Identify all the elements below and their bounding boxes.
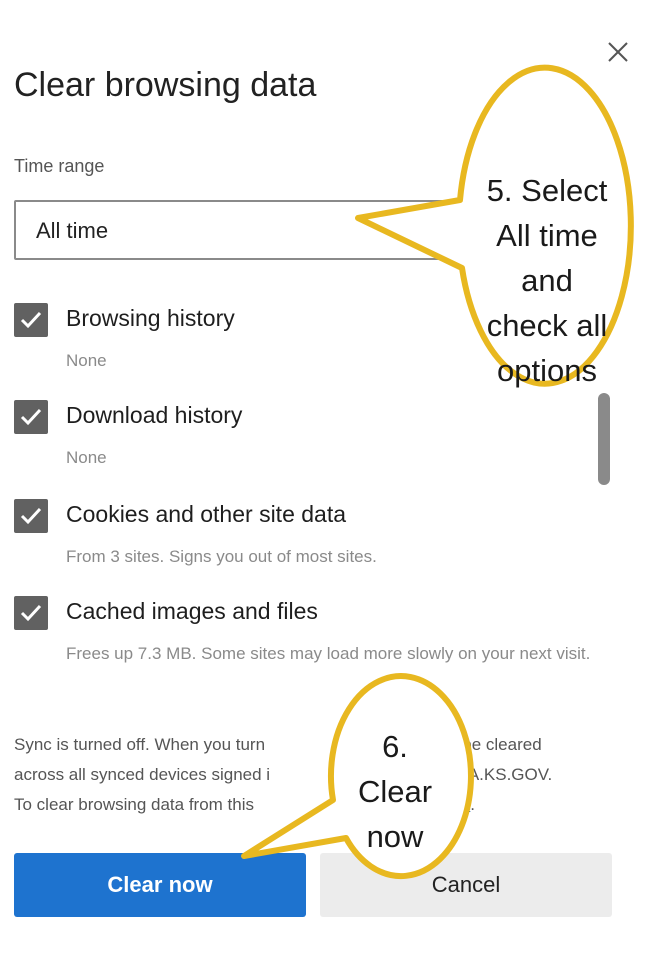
clear-browsing-data-dialog: Clear browsing data Time range All time … — [0, 0, 653, 957]
callout-step6-text: 6. Clear now — [357, 729, 433, 854]
checkbox-browsing-history[interactable] — [14, 303, 48, 337]
cancel-button[interactable]: Cancel — [320, 853, 612, 917]
callout-step5-text: 5. Select All time and check all options — [486, 173, 608, 388]
sync-line-3: To clear browsing data from this ut first… — [14, 795, 476, 814]
sync-notice: Sync is turned off. When you turn a will… — [14, 730, 614, 820]
option-label: Browsing history — [66, 305, 235, 331]
sync-line-1: Sync is turned off. When you turn a will… — [14, 735, 542, 754]
checkbox-download-history[interactable] — [14, 400, 48, 434]
checkbox-cookies[interactable] — [14, 499, 48, 533]
option-label: Cookies and other site data — [66, 501, 347, 527]
option-label: Cached images and files — [66, 598, 318, 624]
checkmark-icon — [20, 507, 42, 525]
checkmark-icon — [20, 604, 42, 622]
time-range-label: Time range — [14, 156, 105, 176]
option-label: Download history — [66, 402, 243, 428]
close-icon[interactable] — [602, 36, 634, 68]
close-icon-glyph — [608, 42, 628, 62]
time-range-value: All time — [36, 218, 109, 243]
option-description: None — [66, 448, 107, 467]
checkbox-cached-images[interactable] — [14, 596, 48, 630]
dialog-title: Clear browsing data — [14, 66, 317, 104]
clear-now-button[interactable]: Clear now — [14, 853, 306, 917]
option-description: From 3 sites. Signs you out of most site… — [66, 547, 377, 566]
scrollbar-thumb[interactable] — [598, 393, 610, 485]
sync-line-2: across all synced devices signed i @DOA.K… — [14, 765, 553, 784]
checkmark-icon — [20, 311, 42, 329]
checkmark-icon — [20, 408, 42, 426]
option-description: Frees up 7.3 MB. Some sites may load mor… — [66, 644, 591, 663]
